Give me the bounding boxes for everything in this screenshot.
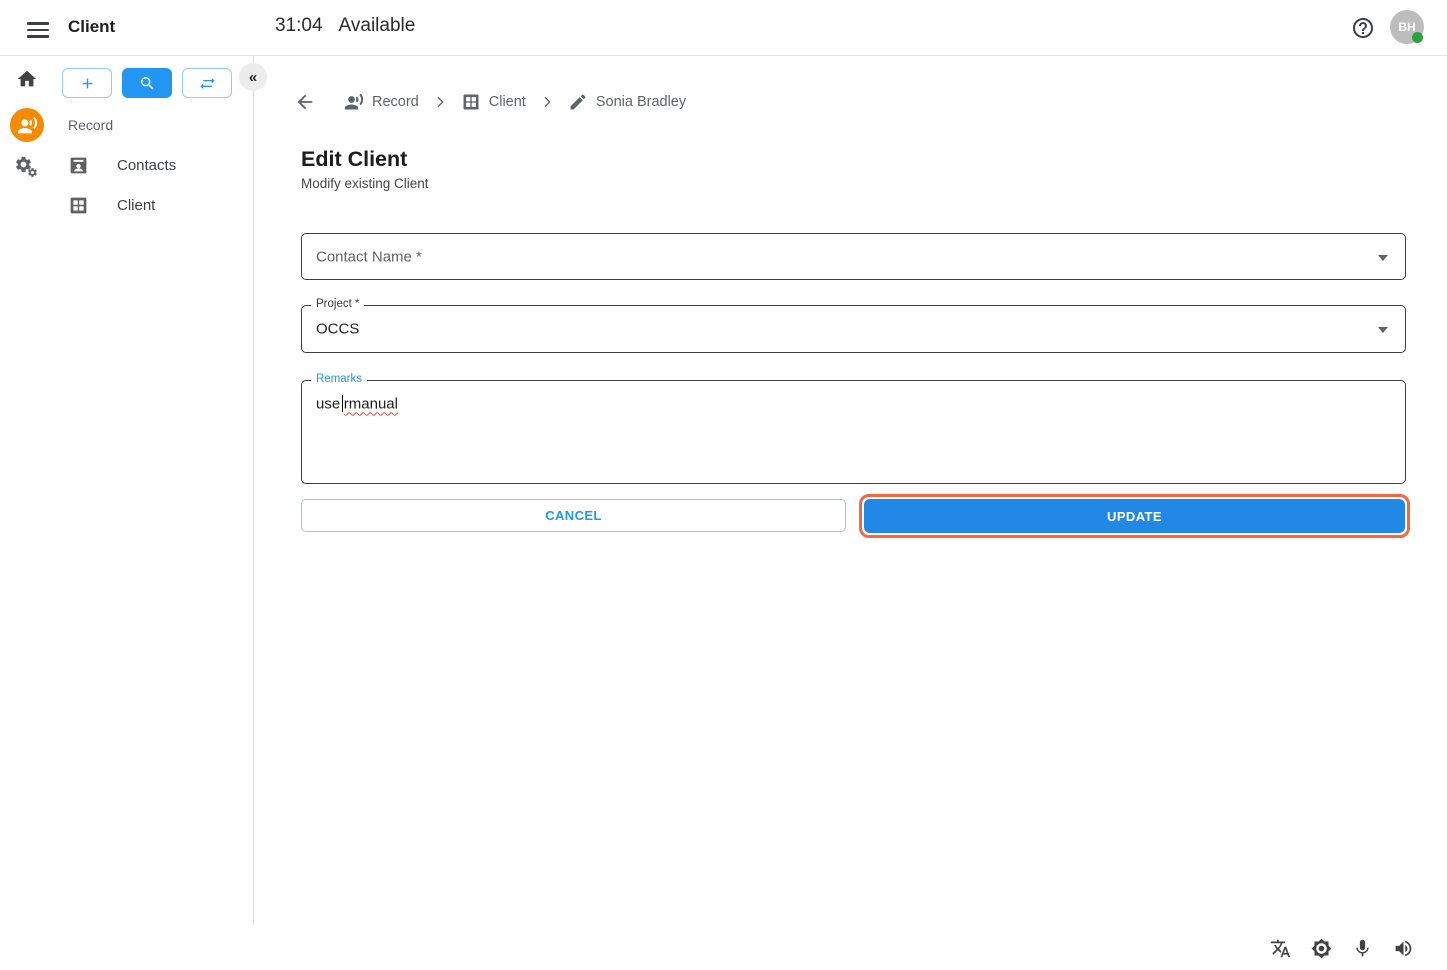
breadcrumb-item-record[interactable]: Record: [344, 92, 419, 112]
translate-icon[interactable]: [1270, 938, 1291, 959]
home-icon[interactable]: [16, 68, 38, 90]
swap-button[interactable]: [182, 68, 232, 98]
brightness-icon[interactable]: [1311, 938, 1332, 959]
project-select[interactable]: Project * OCCS: [301, 305, 1406, 353]
session-info: 31:04 Available: [275, 15, 415, 37]
search-icon: [139, 75, 156, 92]
sidebar-item-contacts[interactable]: Contacts: [60, 148, 245, 182]
menu-icon[interactable]: [27, 18, 49, 38]
contacts-card-icon: [68, 155, 89, 176]
search-button[interactable]: [122, 68, 172, 98]
chevron-down-icon: [1378, 327, 1388, 333]
grid-icon: [461, 92, 481, 112]
breadcrumb-label: Client: [489, 94, 526, 110]
top-bar: Client 31:04 Available BH: [0, 0, 1447, 56]
record-voice-icon: [344, 92, 364, 112]
settings-gears-icon[interactable]: [14, 155, 42, 183]
microphone-icon[interactable]: [1352, 938, 1373, 959]
breadcrumb-label: Record: [372, 94, 419, 110]
breadcrumb-label: Sonia Bradley: [596, 94, 686, 110]
edit-pencil-icon: [568, 92, 588, 112]
online-status-dot: [1412, 32, 1423, 43]
sidebar-collapse-button[interactable]: «: [239, 63, 267, 91]
chevron-right-icon: [539, 94, 555, 110]
footer-toolbar: [1270, 938, 1414, 959]
page-subtitle: Modify existing Client: [301, 176, 429, 191]
chevron-right-icon: [432, 94, 448, 110]
avatar-initials: BH: [1398, 20, 1415, 34]
sidebar-item-client[interactable]: Client: [60, 188, 245, 222]
add-button[interactable]: [62, 68, 112, 98]
sidebar-item-label: Contacts: [117, 157, 176, 174]
app-title: Client: [68, 17, 115, 37]
grid-icon: [68, 195, 89, 216]
chevron-double-left-icon: «: [249, 69, 257, 86]
project-value: OCCS: [316, 321, 359, 338]
record-section-icon[interactable]: [10, 108, 44, 142]
remarks-label: Remarks: [311, 373, 367, 385]
breadcrumb: Record Client Sonia Bradley: [294, 88, 686, 116]
volume-icon[interactable]: [1393, 938, 1414, 959]
cancel-button[interactable]: CANCEL: [301, 499, 846, 532]
remarks-textarea[interactable]: Remarks usermanual: [301, 380, 1406, 484]
chevron-down-icon: [1378, 255, 1388, 261]
help-icon[interactable]: [1351, 16, 1375, 40]
plus-icon: [79, 75, 96, 92]
session-timer: 31:04: [275, 15, 323, 36]
update-button[interactable]: UPDATE: [864, 499, 1405, 533]
remarks-value: usermanual: [316, 395, 398, 414]
breadcrumb-item-client[interactable]: Client: [461, 92, 526, 112]
breadcrumb-item-sonia-bradley[interactable]: Sonia Bradley: [568, 92, 686, 112]
back-arrow-icon[interactable]: [294, 91, 316, 113]
sidebar-section-label: Record: [68, 117, 113, 133]
contact-name-select[interactable]: Contact Name *: [301, 233, 1406, 280]
swap-arrows-icon: [199, 75, 216, 92]
sidebar-item-label: Client: [117, 197, 155, 214]
project-label: Project *: [311, 298, 364, 310]
action-highlight-ring: UPDATE: [859, 494, 1410, 538]
contact-name-placeholder: Contact Name *: [316, 248, 422, 265]
availability-status: Available: [339, 15, 416, 36]
sidebar-divider: [253, 56, 254, 925]
page-title: Edit Client: [301, 147, 407, 172]
